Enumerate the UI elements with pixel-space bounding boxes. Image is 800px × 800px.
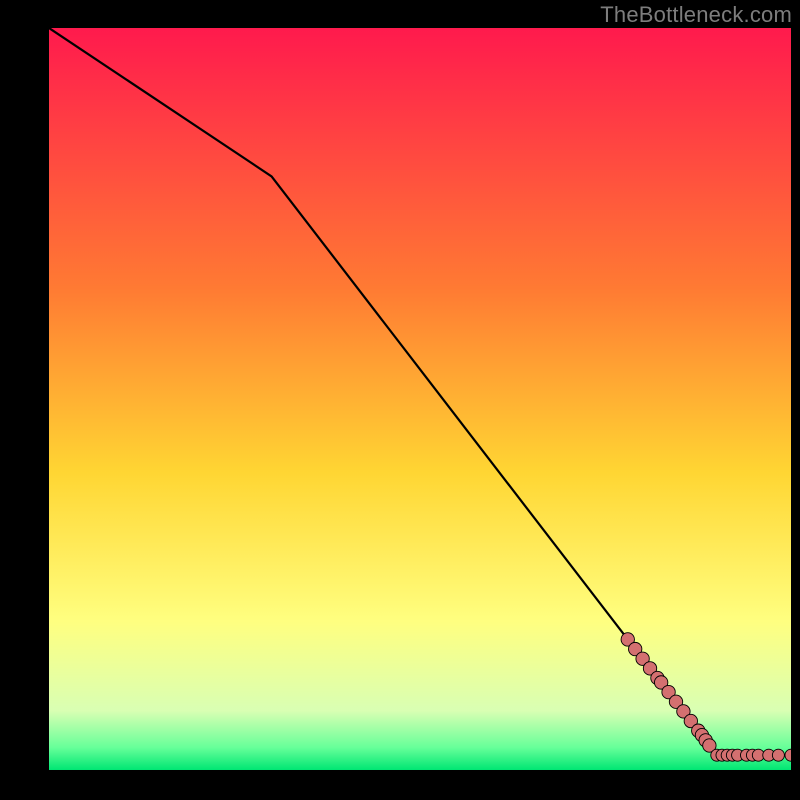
sample-marker: [772, 749, 784, 761]
chart-plot: [49, 28, 791, 770]
chart-frame: TheBottleneck.com: [0, 0, 800, 800]
attribution-label: TheBottleneck.com: [600, 2, 792, 28]
gradient-background: [49, 28, 791, 770]
